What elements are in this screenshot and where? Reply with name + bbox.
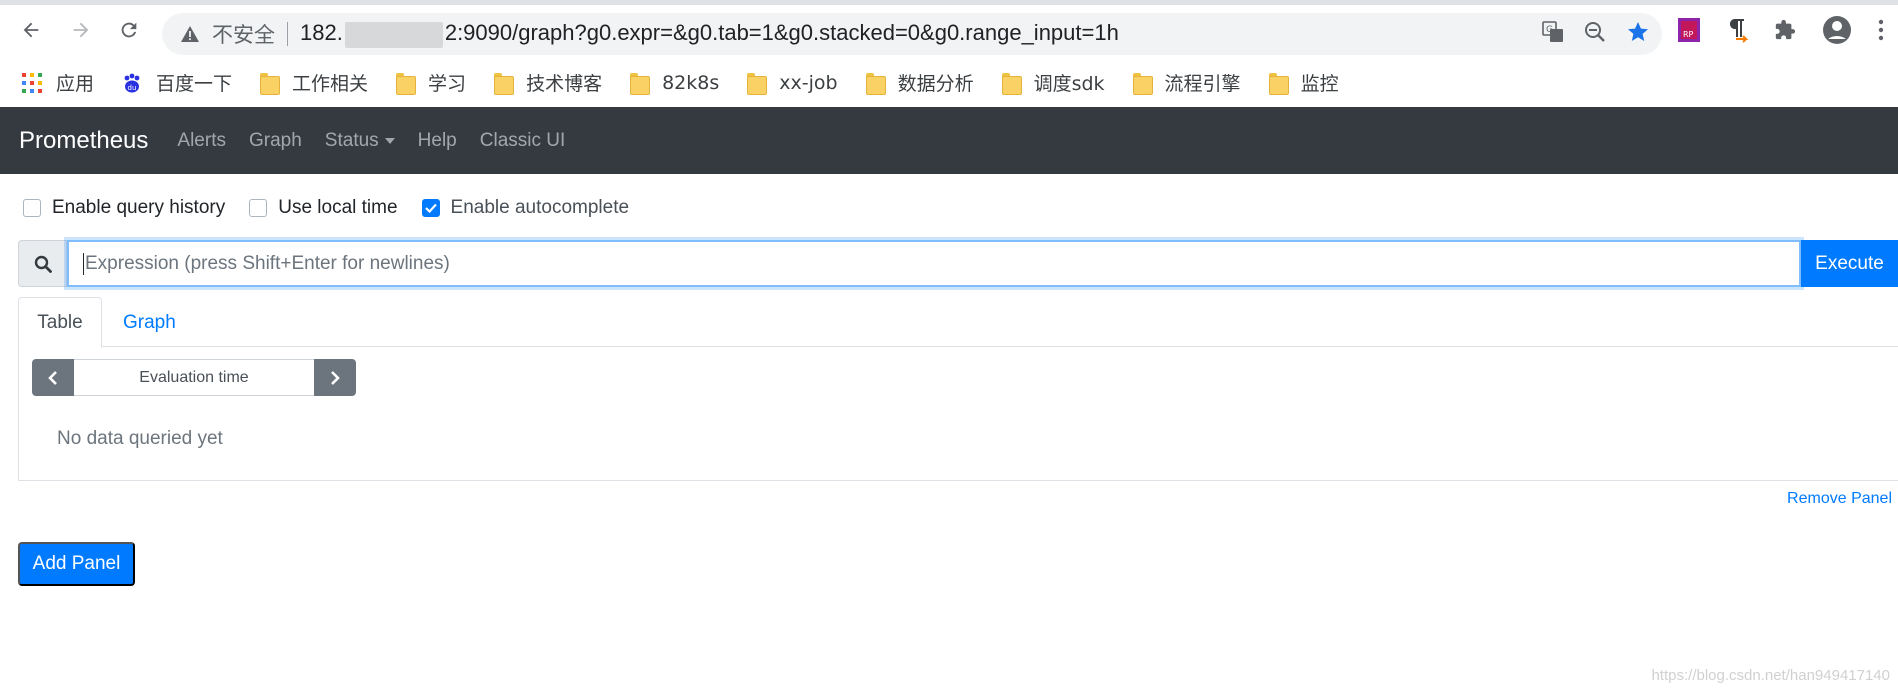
url-prefix: 182.	[300, 20, 343, 46]
extensions-puzzle-icon[interactable]	[1774, 19, 1796, 46]
bookmark-label: 监控	[1300, 73, 1339, 95]
panel-tabs: Table Graph	[18, 297, 1898, 348]
bookmark-baidu[interactable]: du 百度一下	[122, 69, 232, 96]
query-history-option[interactable]: Enable query history	[23, 197, 225, 219]
nav-classic-ui[interactable]: Classic UI	[480, 130, 566, 152]
extensions-area: RP	[1678, 15, 1884, 50]
evaluation-time-input[interactable]: Evaluation time	[74, 359, 314, 396]
autocomplete-option[interactable]: Enable autocomplete	[421, 197, 630, 219]
eval-prev-button[interactable]	[32, 359, 74, 396]
bookmark-folder[interactable]: 调度sdk	[1001, 69, 1105, 96]
zoom-out-icon[interactable]	[1584, 21, 1606, 48]
remove-panel-link[interactable]: Remove Panel	[1787, 490, 1892, 508]
empty-message: No data queried yet	[57, 428, 223, 449]
expression-input[interactable]	[85, 252, 1799, 275]
bookmarks-bar: 应用 du 百度一下 工作相关 学习 技术博客 82k8s xx-job 数据分…	[0, 60, 1898, 105]
address-bar[interactable]: 不安全 182. 2:9090/graph?g0.expr=&g0.tab=1&g…	[162, 13, 1662, 55]
nav-graph[interactable]: Graph	[249, 130, 302, 152]
browser-toolbar: 不安全 182. 2:9090/graph?g0.expr=&g0.tab=1&g…	[0, 5, 1898, 60]
bookmark-label: 学习	[428, 73, 467, 95]
text-cursor	[83, 252, 84, 275]
bookmark-label: 流程引擎	[1164, 73, 1241, 95]
svg-text:du: du	[128, 84, 137, 92]
query-history-checkbox[interactable]	[23, 199, 41, 217]
nav-help[interactable]: Help	[418, 130, 457, 152]
search-icon	[18, 240, 67, 287]
axure-rp-icon[interactable]: RP	[1678, 18, 1700, 47]
query-options: Enable query history Use local time Enab…	[23, 195, 653, 221]
back-icon[interactable]	[14, 13, 48, 47]
redacted-block	[344, 21, 443, 48]
forward-icon[interactable]	[64, 13, 98, 47]
bookmark-folder[interactable]: 技术博客	[494, 69, 602, 96]
nav-alerts[interactable]: Alerts	[177, 130, 226, 152]
bookmark-label: 工作相关	[292, 73, 369, 95]
prometheus-navbar: Prometheus Alerts Graph Status Help Clas…	[0, 107, 1898, 174]
pilcrow-icon[interactable]	[1726, 17, 1749, 48]
execute-button[interactable]: Execute	[1801, 240, 1898, 287]
bookmark-apps[interactable]: 应用	[22, 69, 94, 96]
bookmark-star-icon[interactable]	[1626, 20, 1650, 49]
url-text: 182. 2:9090/graph?g0.expr=&g0.tab=1&g0.st…	[300, 20, 1119, 48]
tab-graph[interactable]: Graph	[123, 297, 176, 348]
folder-icon	[630, 72, 651, 95]
local-time-option[interactable]: Use local time	[249, 197, 398, 219]
bookmark-folder[interactable]: 工作相关	[260, 69, 368, 96]
folder-icon	[494, 72, 515, 95]
add-panel-button[interactable]: Add Panel	[18, 542, 135, 586]
bookmark-label: 应用	[56, 73, 95, 95]
brand-title[interactable]: Prometheus	[19, 127, 148, 155]
bookmark-folder[interactable]: 监控	[1268, 69, 1339, 96]
evaluation-time-group: Evaluation time	[32, 359, 356, 396]
svg-text:RP: RP	[1683, 30, 1694, 39]
folder-icon	[1001, 72, 1022, 95]
caret-down-icon	[384, 137, 395, 144]
nav-status[interactable]: Status	[325, 130, 395, 152]
bookmark-label: 百度一下	[156, 73, 233, 95]
url-divider	[287, 22, 288, 46]
autocomplete-label: Enable autocomplete	[450, 197, 630, 218]
bookmark-label: 技术博客	[526, 73, 603, 95]
expression-bar: Execute	[18, 240, 1898, 287]
local-time-checkbox[interactable]	[249, 199, 268, 217]
folder-icon	[747, 72, 768, 95]
translate-icon[interactable]: G	[1542, 20, 1564, 48]
url-suffix: 2:9090/graph?g0.expr=&g0.tab=1&g0.stacke…	[444, 20, 1119, 46]
query-history-label: Enable query history	[52, 197, 226, 218]
checkmark-icon	[424, 203, 437, 213]
tab-table[interactable]: Table	[18, 297, 102, 348]
reload-icon[interactable]	[112, 13, 146, 47]
nav-status-label: Status	[324, 129, 379, 151]
profile-avatar-icon[interactable]	[1822, 15, 1852, 50]
bookmark-folder[interactable]: 流程引擎	[1132, 69, 1241, 96]
folder-icon	[396, 72, 417, 95]
warning-icon	[180, 24, 200, 44]
baidu-paw-icon: du	[122, 73, 142, 93]
eval-next-button[interactable]	[314, 359, 356, 396]
insecure-label: 不安全	[212, 23, 275, 47]
apps-grid-icon	[22, 72, 42, 93]
watermark: https://blog.csdn.net/han949417140	[1651, 667, 1890, 684]
bookmark-label: 调度sdk	[1033, 73, 1105, 95]
bookmark-label: 82k8s	[662, 71, 720, 94]
folder-icon	[865, 72, 886, 95]
folder-icon	[260, 72, 281, 95]
chevron-left-icon	[48, 370, 57, 385]
address-bar-actions: G	[1542, 18, 1650, 50]
bookmark-folder[interactable]: 数据分析	[865, 69, 974, 96]
bookmark-label: xx-job	[779, 71, 838, 94]
bookmark-folder[interactable]: 82k8s	[630, 71, 720, 95]
autocomplete-checkbox[interactable]	[421, 199, 440, 217]
svg-text:G: G	[1546, 25, 1553, 35]
bookmark-folder[interactable]: 学习	[396, 69, 466, 96]
expression-input-wrapper[interactable]	[67, 240, 1801, 287]
chevron-right-icon	[331, 370, 340, 385]
bookmark-folder[interactable]: xx-job	[747, 71, 838, 95]
browser-menu-icon[interactable]	[1878, 19, 1884, 46]
local-time-label: Use local time	[278, 197, 398, 218]
table-panel: Evaluation time No data queried yet	[18, 347, 1898, 481]
folder-icon	[1268, 72, 1289, 95]
folder-icon	[1132, 72, 1153, 95]
bookmark-label: 数据分析	[897, 73, 974, 95]
